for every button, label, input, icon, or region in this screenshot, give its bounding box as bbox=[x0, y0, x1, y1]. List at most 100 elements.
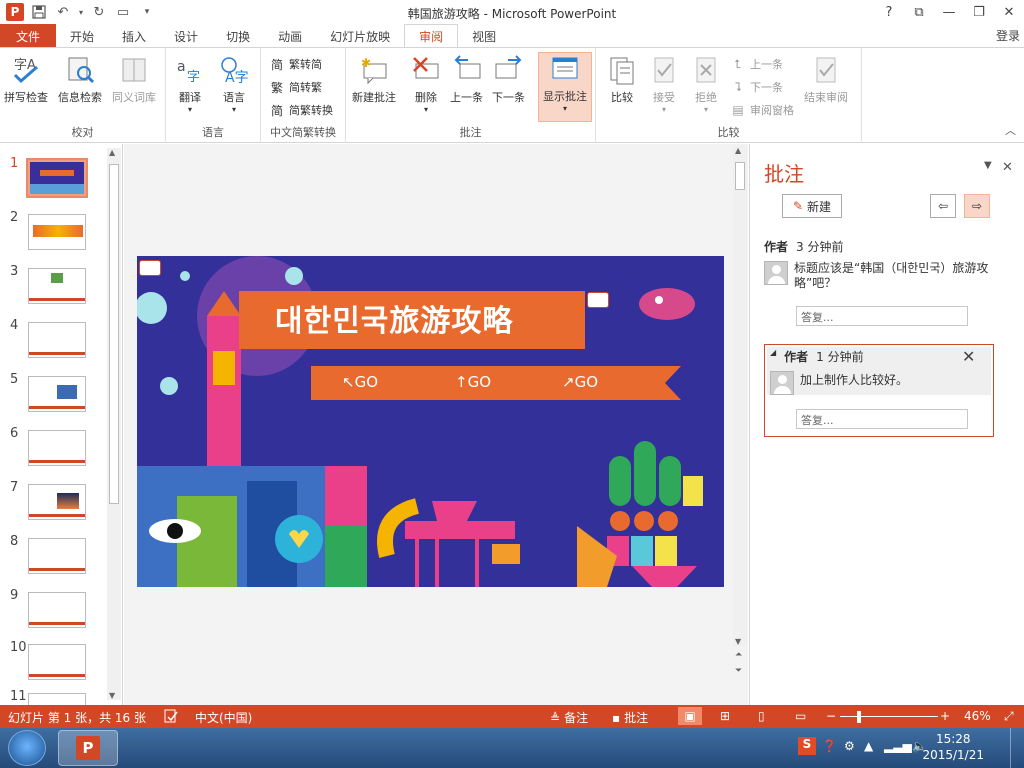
help-icon[interactable]: ? bbox=[874, 0, 904, 24]
new-comment-button[interactable]: ✱ 新建批注 bbox=[352, 54, 396, 105]
next-change-button[interactable]: ⮧ 下一条 bbox=[730, 79, 783, 95]
thumbnail-4[interactable]: 4 bbox=[0, 318, 104, 368]
editor-scroll-thumb[interactable] bbox=[735, 162, 745, 190]
tab-design[interactable]: 设计 bbox=[160, 24, 212, 48]
tab-view[interactable]: 视图 bbox=[458, 24, 510, 48]
language-status[interactable]: 中文(中国) bbox=[195, 709, 252, 726]
login-link[interactable]: 登录 bbox=[996, 27, 1020, 44]
fit-slide-icon[interactable]: ⤢ bbox=[1004, 709, 1014, 724]
go-label-1[interactable]: ↖GO bbox=[342, 373, 378, 391]
normal-view-icon[interactable]: ▣ bbox=[678, 707, 702, 725]
undo-icon[interactable]: ↶ bbox=[52, 2, 74, 22]
translate-button[interactable]: a字 翻译 ▾ bbox=[174, 54, 206, 114]
reply-input-1[interactable]: 答复... bbox=[796, 306, 968, 326]
thumbnails-scrollbar[interactable]: ▲ ▼ bbox=[107, 148, 121, 700]
minimize-button[interactable]: — bbox=[934, 0, 964, 24]
tab-review[interactable]: 审阅 bbox=[404, 24, 459, 48]
language-button[interactable]: A字 语言 ▾ bbox=[218, 54, 250, 114]
next-comment-button[interactable]: 下一条 bbox=[492, 54, 525, 105]
research-button[interactable]: 信息检索 bbox=[58, 54, 102, 105]
thumbnail-6[interactable]: 6 bbox=[0, 426, 104, 476]
slide-sorter-icon[interactable]: ⊞ bbox=[720, 709, 730, 723]
new-comment-pane-button[interactable]: ✎ 新建 bbox=[782, 194, 842, 218]
go-label-3[interactable]: ↗GO bbox=[562, 373, 598, 391]
tab-animations[interactable]: 动画 bbox=[264, 24, 316, 48]
zoom-out-icon[interactable]: − bbox=[826, 709, 836, 723]
thumbnail-9[interactable]: 9 bbox=[0, 588, 104, 638]
show-hidden-icons[interactable]: ▲ bbox=[864, 739, 873, 753]
thumbnails-scroll-thumb[interactable] bbox=[109, 164, 119, 504]
tab-slideshow[interactable]: 幻灯片放映 bbox=[316, 24, 404, 48]
chinese-convert-button[interactable]: 简 简繁转换 bbox=[269, 102, 333, 118]
spell-status-icon[interactable] bbox=[164, 709, 178, 723]
start-from-beginning-icon[interactable]: ▭ bbox=[112, 2, 134, 22]
thumbnail-3[interactable]: 3 bbox=[0, 264, 104, 314]
undo-dropdown-icon[interactable]: ▾ bbox=[76, 2, 86, 22]
thumbnail-7[interactable]: 7 bbox=[0, 480, 104, 530]
zoom-in-icon[interactable]: + bbox=[940, 709, 950, 723]
previous-comment-pane-icon[interactable]: ⇦ bbox=[930, 194, 956, 218]
editor-scroll-up-icon[interactable]: ▲ bbox=[735, 146, 741, 155]
network-icon[interactable]: ▂▃▅ bbox=[884, 739, 912, 753]
to-traditional-button[interactable]: 繁 简转繁 bbox=[269, 79, 322, 95]
tab-transitions[interactable]: 切换 bbox=[212, 24, 264, 48]
customize-qat-icon[interactable]: ▾ bbox=[136, 2, 158, 22]
scroll-down-icon[interactable]: ▼ bbox=[109, 691, 115, 700]
comment-1[interactable]: 作者 3 分钟前 标题应该是“韩国（대한민국）旅游攻略”吧？ bbox=[764, 238, 994, 291]
zoom-slider-thumb[interactable] bbox=[857, 711, 861, 723]
spell-check-button[interactable]: 字A 拼写检查 bbox=[4, 54, 48, 105]
accept-button[interactable]: 接受 ▾ bbox=[648, 54, 680, 114]
next-comment-pane-icon[interactable]: ⇨ bbox=[964, 194, 990, 218]
thumbnail-11[interactable]: 11 bbox=[0, 689, 104, 705]
thumbnail-1[interactable]: 1 bbox=[0, 156, 104, 206]
collapse-thread-icon[interactable]: ◢ bbox=[770, 348, 776, 365]
reply-input-2[interactable]: 答复... bbox=[796, 409, 968, 429]
editor-scroll-down-icon[interactable]: ▼ bbox=[735, 637, 741, 646]
slideshow-view-icon[interactable]: ▭ bbox=[795, 709, 806, 723]
compare-button[interactable]: 比较 bbox=[606, 54, 638, 105]
delete-comment-button[interactable]: 删除 ▾ bbox=[410, 54, 442, 114]
comments-status-button[interactable]: ▪ 批注 bbox=[612, 709, 648, 726]
help-tray-icon[interactable]: ❓ bbox=[822, 739, 837, 753]
thumbnail-8[interactable]: 8 bbox=[0, 534, 104, 584]
thumbnail-2[interactable]: 2 bbox=[0, 210, 104, 260]
thumbnail-10[interactable]: 10 bbox=[0, 640, 104, 690]
redo-icon[interactable]: ↻ bbox=[88, 2, 110, 22]
go-label-2[interactable]: ↑GO bbox=[455, 373, 491, 391]
tab-file[interactable]: 文件 bbox=[0, 24, 57, 48]
reading-view-icon[interactable]: ▯ bbox=[758, 709, 765, 723]
next-slide-icon[interactable]: ⏷ bbox=[735, 666, 742, 676]
scroll-up-icon[interactable]: ▲ bbox=[109, 148, 115, 157]
system-clock[interactable]: 15:28 2015/1/21 bbox=[922, 731, 984, 763]
collapse-ribbon-icon[interactable]: ︿ bbox=[1005, 122, 1016, 138]
zoom-level[interactable]: 46% bbox=[964, 709, 991, 723]
restore-button[interactable]: ❐ bbox=[964, 0, 994, 24]
previous-comment-button[interactable]: 上一条 bbox=[450, 54, 483, 105]
end-review-button[interactable]: 结束审阅 bbox=[804, 54, 848, 105]
delete-comment-icon[interactable]: ✕ bbox=[962, 347, 975, 366]
save-icon[interactable] bbox=[28, 2, 50, 22]
pane-options-icon[interactable]: ▼ bbox=[984, 160, 992, 171]
to-simplified-button[interactable]: 简 繁转简 bbox=[269, 56, 322, 72]
previous-change-button[interactable]: ⮤ 上一条 bbox=[730, 56, 783, 72]
show-comments-button[interactable]: 显示批注 ▾ bbox=[538, 52, 592, 122]
input-method-icon[interactable]: S bbox=[798, 737, 816, 755]
thesaurus-button[interactable]: 同义词库 bbox=[112, 54, 156, 105]
close-pane-icon[interactable]: ✕ bbox=[1002, 160, 1013, 175]
start-button[interactable] bbox=[8, 730, 46, 766]
current-slide[interactable]: 대한민국旅游攻略 ↖GO ↑GO ↗GO bbox=[137, 256, 724, 587]
ribbon-display-options-icon[interactable]: ⧉ bbox=[904, 0, 934, 24]
comment-marker-1[interactable] bbox=[139, 260, 161, 276]
editor-scrollbar[interactable]: ▲ ▼ bbox=[733, 146, 747, 646]
zoom-slider[interactable] bbox=[840, 716, 938, 717]
tray-app-icon[interactable]: ⚙ bbox=[844, 739, 855, 753]
previous-slide-icon[interactable]: ⏶ bbox=[735, 650, 742, 660]
close-button[interactable]: ✕ bbox=[994, 0, 1024, 24]
notes-button[interactable]: ≜ 备注 bbox=[550, 709, 588, 726]
comment-marker-2[interactable] bbox=[587, 292, 609, 308]
tab-insert[interactable]: 插入 bbox=[108, 24, 160, 48]
slide-title[interactable]: 대한민국旅游攻略 bbox=[275, 296, 513, 340]
show-desktop-button[interactable] bbox=[1010, 728, 1024, 768]
reject-button[interactable]: 拒绝 ▾ bbox=[690, 54, 722, 114]
thumbnail-5[interactable]: 5 bbox=[0, 372, 104, 422]
